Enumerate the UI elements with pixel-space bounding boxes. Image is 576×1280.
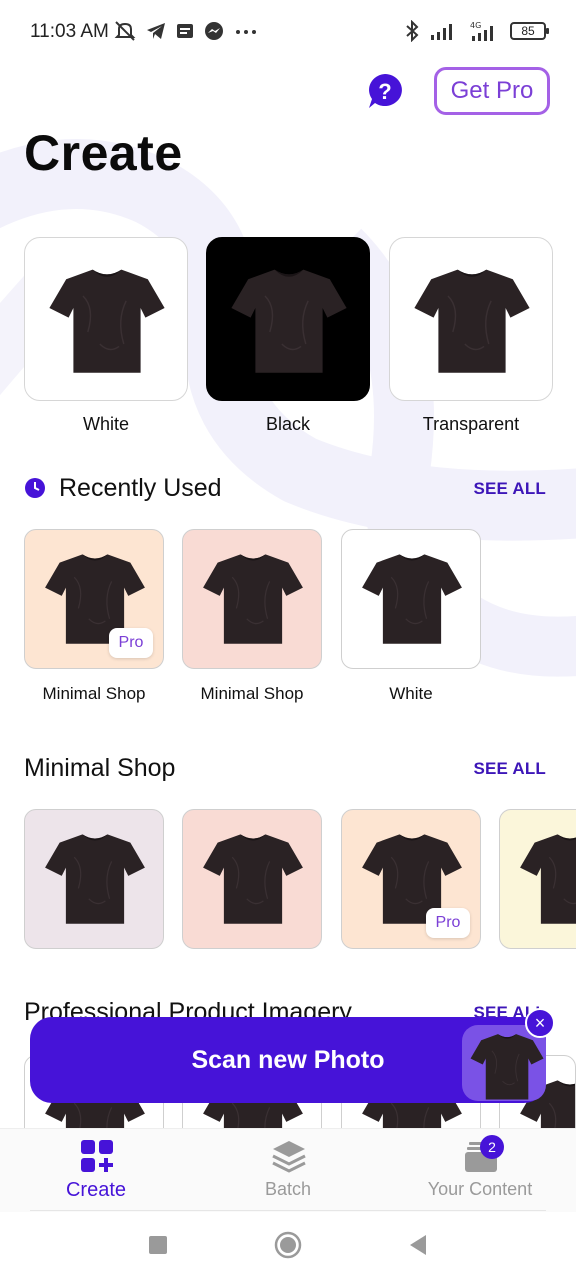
minimal-shop-card[interactable] [182,809,322,949]
background-label: Black [265,414,310,434]
recent-template-label: Minimal Shop [200,684,304,703]
mute-icon [114,21,136,41]
background-white-card[interactable] [24,237,188,401]
signal-icon [431,24,452,40]
background-black-card[interactable] [206,237,370,401]
message-icon [177,24,193,38]
recent-apps-icon[interactable] [148,1235,168,1255]
tshirt-image [230,268,348,374]
bottom-nav: Create Batch 2 Your Content [0,1128,576,1212]
background-label: Transparent [422,414,520,434]
help-button[interactable]: ? [367,73,403,109]
background-transparent-card[interactable] [389,237,553,401]
recent-template-label: White [389,684,433,703]
battery-level: 85 [521,24,535,38]
page-title: Create [24,125,183,181]
nav-item-create[interactable]: Create [0,1129,192,1213]
tshirt-image [413,268,531,374]
recent-template-card[interactable] [341,529,481,669]
home-icon[interactable] [274,1231,302,1259]
pro-badge: Pro [426,908,470,938]
nav-label-batch: Batch [264,1179,312,1199]
help-icon: ? [369,74,402,108]
back-icon[interactable] [408,1234,428,1256]
recent-template-label: Minimal Shop [42,684,146,703]
messenger-icon [205,22,223,40]
nav-divider [30,1210,546,1211]
minimal-shop-card[interactable] [499,809,576,949]
signal-4g-icon: 4G [470,21,493,41]
create-grid-icon [81,1140,113,1172]
recently-used-see-all[interactable]: SEE ALL [473,479,546,499]
tshirt-image [48,268,166,374]
minimal-shop-see-all[interactable]: SEE ALL [473,759,546,779]
more-icon [236,30,256,34]
tshirt-image [202,553,304,645]
get-pro-button[interactable]: Get Pro [434,67,550,115]
pro-badge: Pro [109,628,153,658]
telegram-icon [147,23,165,39]
tshirt-image [44,833,146,925]
minimal-shop-card[interactable]: Pro [341,809,481,949]
recent-template-card[interactable] [182,529,322,669]
close-icon[interactable]: × [525,1008,555,1038]
nav-label-your-content: Your Content [427,1179,533,1199]
bluetooth-icon [406,20,419,42]
system-nav-bar [0,1212,576,1280]
clock-icon [25,478,45,498]
minimal-shop-card[interactable] [24,809,164,949]
nav-label-create: Create [65,1179,127,1201]
recently-used-title: Recently Used [59,474,222,502]
recent-template-card[interactable]: Pro [24,529,164,669]
network-label: 4G [470,21,481,30]
nav-item-your-content[interactable]: 2 Your Content [384,1129,576,1213]
minimal-shop-title: Minimal Shop [24,754,176,782]
status-time: 11:03 AM [30,21,109,42]
status-bar: 11:03 AM 4G 85 [0,0,576,64]
tshirt-image [361,553,463,645]
background-label: White [82,414,129,434]
battery-icon: 85 [510,22,549,40]
tshirt-image [519,833,576,925]
svg-text:?: ? [378,79,391,104]
content-count-badge: 2 [480,1135,504,1159]
layers-icon [272,1141,306,1173]
tshirt-image [202,833,304,925]
nav-item-batch[interactable]: Batch [192,1129,384,1213]
